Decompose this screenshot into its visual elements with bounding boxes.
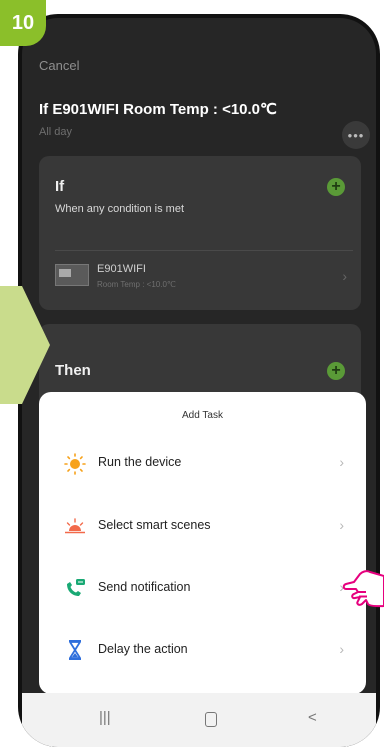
condition-mode-text: When any condition is met <box>55 203 185 215</box>
device-name: E901WIFI <box>97 263 146 275</box>
task-label: Delay the action <box>98 642 188 656</box>
app-screen: Cancel If E901WIFI Room Temp : <10.0℃ Al… <box>22 18 376 747</box>
recents-button[interactable]: ||| <box>99 709 111 726</box>
if-heading: If <box>55 178 65 195</box>
system-navigation-bar: ||| < <box>22 693 376 747</box>
step-number-badge: 10 <box>0 0 46 46</box>
home-button[interactable] <box>205 712 217 727</box>
chevron-right-icon: › <box>342 268 347 284</box>
task-delay-action[interactable]: Delay the action › <box>39 632 366 668</box>
page-title: If E901WIFI Room Temp : <10.0℃ <box>39 101 277 118</box>
phone-notification-icon <box>67 579 85 596</box>
divider <box>55 250 353 251</box>
thermostat-device-icon <box>55 264 89 286</box>
chevron-right-icon: › <box>339 641 344 657</box>
pointing-hand-icon <box>342 570 384 608</box>
device-condition-detail: Room Temp : <10.0℃ <box>97 280 176 289</box>
pointer-arrow-icon <box>0 286 50 404</box>
task-smart-scenes[interactable]: Select smart scenes › <box>39 508 366 544</box>
hourglass-icon <box>69 640 81 660</box>
cancel-button[interactable]: Cancel <box>39 58 79 73</box>
plus-icon: + <box>331 362 341 379</box>
sunrise-icon <box>65 518 85 534</box>
more-dots-icon: ••• <box>347 127 365 143</box>
add-task-button[interactable]: + <box>327 362 345 380</box>
plus-icon: + <box>331 178 341 195</box>
task-run-device[interactable]: Run the device › <box>39 445 366 481</box>
task-label: Select smart scenes <box>98 518 211 532</box>
chevron-right-icon: › <box>339 517 344 533</box>
sun-icon <box>64 453 86 475</box>
chevron-right-icon: › <box>339 454 344 470</box>
more-options-button[interactable]: ••• <box>342 121 370 149</box>
phone-frame: Cancel If E901WIFI Room Temp : <10.0℃ Al… <box>18 14 380 747</box>
add-condition-button[interactable]: + <box>327 178 345 196</box>
task-label: Run the device <box>98 455 182 469</box>
sheet-title: Add Task <box>182 410 223 421</box>
back-button[interactable]: < <box>308 709 317 726</box>
add-task-sheet: Add Task Run the device › Select smart s… <box>39 392 366 694</box>
task-label: Send notification <box>98 580 191 594</box>
task-send-notification[interactable]: Send notification › <box>39 570 366 606</box>
then-heading: Then <box>55 362 91 379</box>
if-card: If + When any condition is met E901WIFI … <box>39 156 361 310</box>
schedule-subtitle: All day <box>39 126 73 138</box>
